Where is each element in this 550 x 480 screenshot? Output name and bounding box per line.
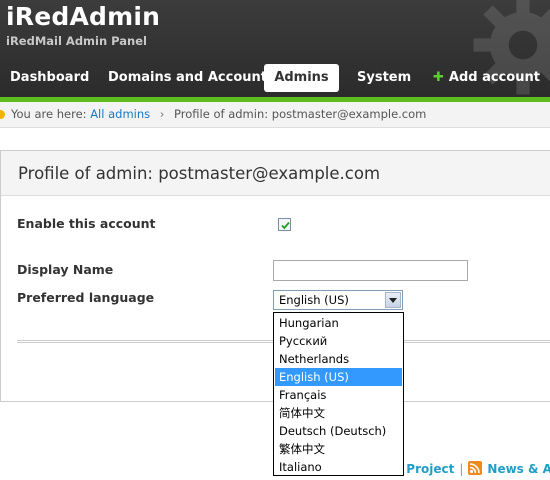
page-title: Profile of admin: postmaster@example.com bbox=[18, 164, 381, 183]
language-option-simplified-chinese[interactable]: 简体中文 bbox=[275, 404, 402, 422]
rss-icon bbox=[468, 461, 483, 475]
display-name-input[interactable] bbox=[273, 260, 468, 281]
nav-system[interactable]: System bbox=[357, 64, 411, 92]
language-option-english-us[interactable]: English (US) bbox=[275, 368, 402, 386]
language-option-french[interactable]: Français bbox=[275, 386, 402, 404]
app-subtitle: iRedMail Admin Panel bbox=[6, 34, 147, 48]
preferred-language-label: Preferred language bbox=[17, 290, 155, 305]
language-option-traditional-chinese[interactable]: 繁体中文 bbox=[275, 440, 402, 458]
nav-add-account[interactable]: ✚ Add account bbox=[433, 64, 540, 92]
language-option-italian[interactable]: Italiano bbox=[275, 458, 402, 476]
enable-account-checkbox[interactable] bbox=[278, 218, 291, 231]
app-title[interactable]: iRedAdmin bbox=[6, 2, 160, 31]
chevron-down-icon bbox=[389, 298, 397, 303]
main-nav: Dashboard Domains and Accounts Admins Sy… bbox=[0, 62, 550, 94]
breadcrumb-link-all-admins[interactable]: All admins bbox=[90, 107, 150, 121]
app-header: iRedAdmin iRedMail Admin Panel Dashboard… bbox=[0, 0, 550, 97]
nav-domains-and-accounts[interactable]: Domains and Accounts bbox=[108, 64, 275, 92]
nav-add-account-label: Add account bbox=[448, 70, 540, 85]
preferred-language-select[interactable]: English (US) bbox=[273, 290, 403, 310]
plus-icon: ✚ bbox=[433, 70, 444, 85]
checkmark-icon bbox=[281, 221, 290, 230]
language-dropdown-list: Hungarian Русский Netherlands English (U… bbox=[273, 312, 404, 476]
footer-news-link[interactable]: News & An bbox=[487, 462, 550, 476]
language-option-russian[interactable]: Русский bbox=[275, 332, 402, 350]
content-header: Profile of admin: postmaster@example.com bbox=[1, 151, 550, 196]
breadcrumb-separator: › bbox=[159, 107, 165, 121]
breadcrumb-bullet-icon bbox=[0, 110, 5, 119]
breadcrumb-prefix: You are here: bbox=[11, 107, 87, 121]
nav-dashboard[interactable]: Dashboard bbox=[10, 64, 89, 92]
preferred-language-value: English (US) bbox=[279, 293, 349, 307]
nav-admins[interactable]: Admins bbox=[264, 64, 339, 92]
footer-links: l Project | News & An bbox=[398, 461, 550, 476]
dropdown-arrow-icon[interactable] bbox=[385, 292, 401, 308]
language-option-netherlands[interactable]: Netherlands bbox=[275, 350, 402, 368]
footer-separator: | bbox=[459, 462, 464, 476]
enable-account-label: Enable this account bbox=[17, 216, 156, 231]
breadcrumb: You are here: All admins › Profile of ad… bbox=[0, 102, 550, 128]
language-option-german[interactable]: Deutsch (Deutsch) bbox=[275, 422, 402, 440]
display-name-label: Display Name bbox=[17, 262, 114, 277]
language-option-hungarian[interactable]: Hungarian bbox=[275, 314, 402, 332]
breadcrumb-current: Profile of admin: postmaster@example.com bbox=[174, 107, 427, 121]
footer-project-link[interactable]: l Project bbox=[398, 462, 454, 476]
